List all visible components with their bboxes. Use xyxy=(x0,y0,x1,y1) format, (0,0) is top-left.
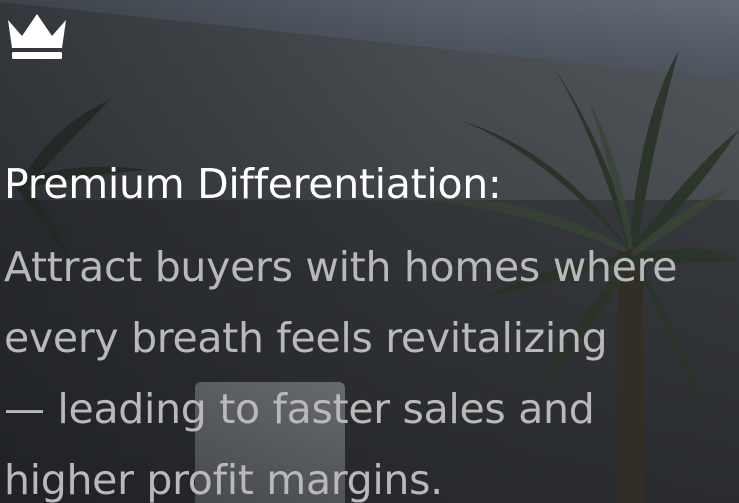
hero-section: Premium Differentiation: Attract buyers … xyxy=(0,0,739,503)
description-line: Attract buyers with homes where xyxy=(4,243,678,291)
description-line: every breath feels revitalizing xyxy=(4,314,608,362)
feature-description: Attract buyers with homes where every br… xyxy=(4,232,739,503)
hero-content: Premium Differentiation: Attract buyers … xyxy=(0,0,739,503)
description-line: higher profit margins. xyxy=(4,456,443,503)
crown-icon xyxy=(8,14,66,59)
description-line: — leading to faster sales and xyxy=(4,385,595,433)
feature-heading: Premium Differentiation: xyxy=(4,160,502,208)
